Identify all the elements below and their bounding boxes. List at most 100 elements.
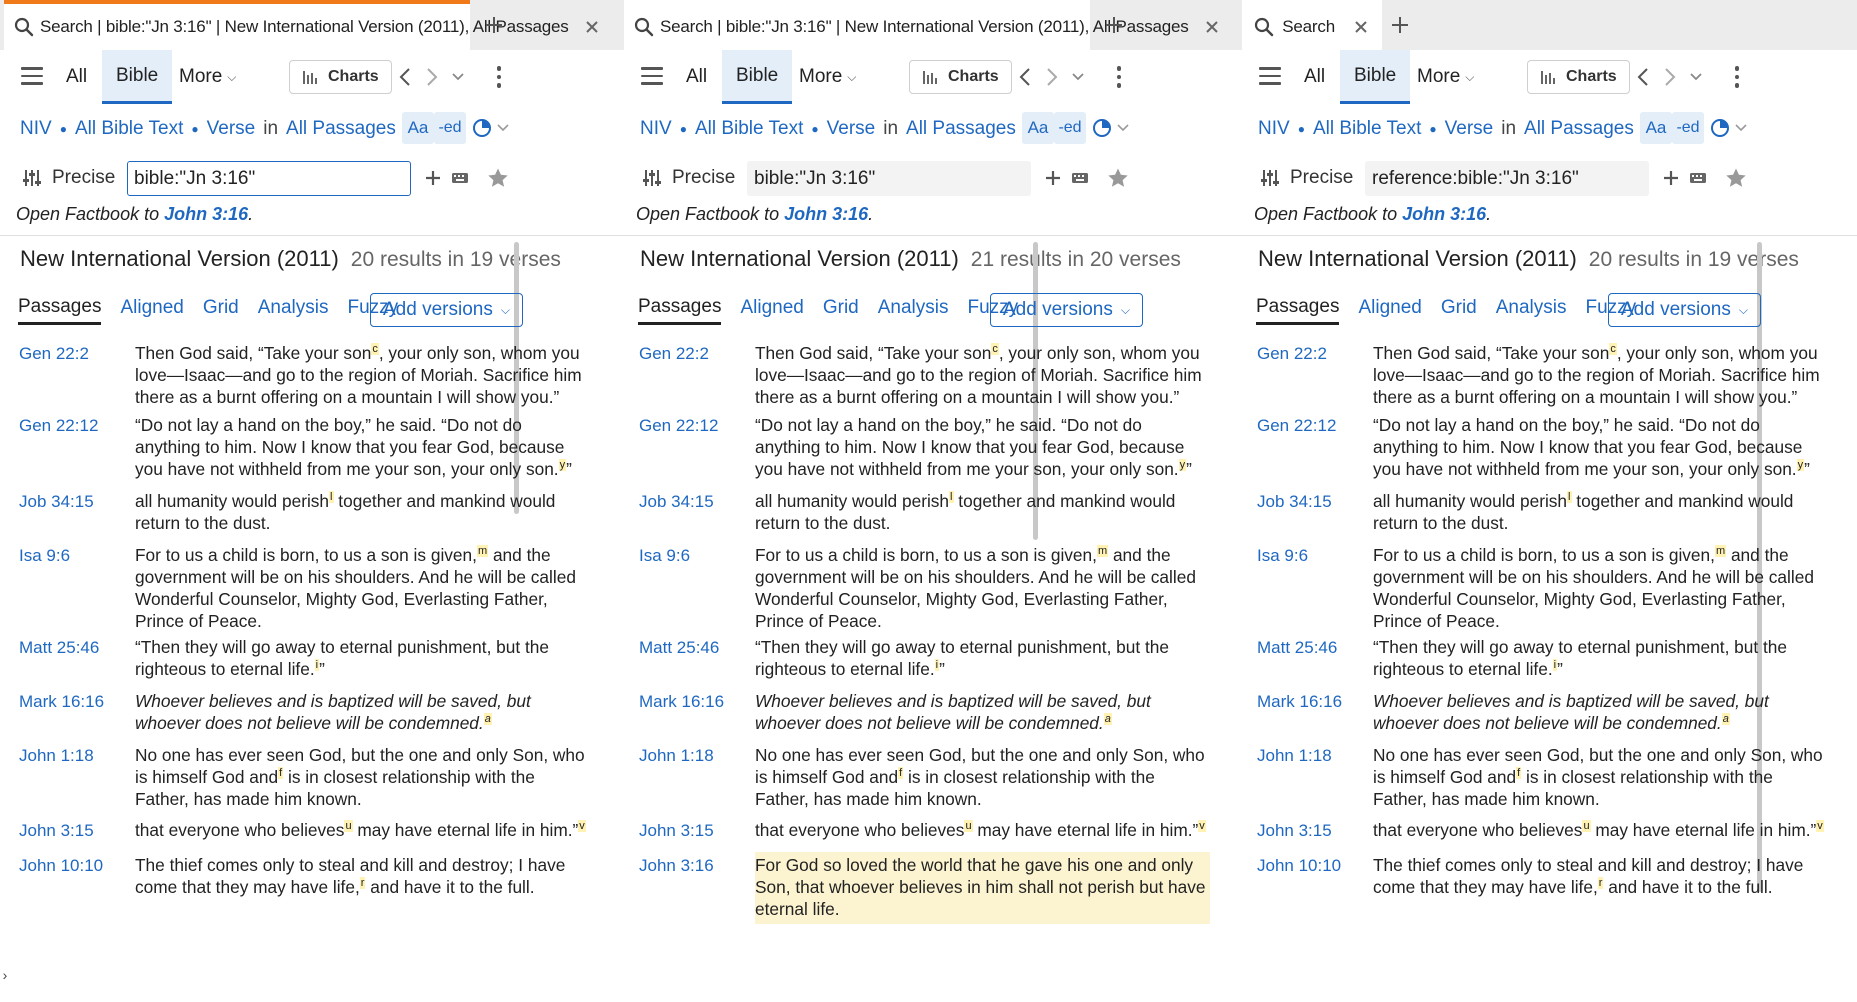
more-options-button[interactable]: [1109, 62, 1129, 92]
footnote-marker[interactable]: m: [1096, 545, 1109, 558]
scope-tab-more[interactable]: More ⌵: [165, 50, 250, 104]
add-versions-button[interactable]: Add versions ⌵: [990, 293, 1143, 327]
unit-link[interactable]: Verse: [827, 118, 876, 140]
search-mode-dropdown[interactable]: Precise ⌵: [642, 160, 756, 196]
close-tab-button[interactable]: [1351, 14, 1372, 40]
text-scope-link[interactable]: All Bible Text: [695, 118, 803, 140]
version-link[interactable]: NIV: [640, 118, 672, 140]
more-options-button[interactable]: [489, 62, 509, 92]
scope-tab-bible[interactable]: Bible: [102, 50, 173, 104]
search-tab[interactable]: Search | bible:"Jn 3:16" | New Internati…: [624, 0, 1218, 50]
verse-reference-link[interactable]: John 3:15: [19, 821, 94, 841]
panel-menu-button[interactable]: [1256, 62, 1284, 90]
view-tab-aligned[interactable]: Aligned: [120, 297, 183, 323]
verse-reference-link[interactable]: Job 34:15: [639, 492, 714, 512]
scope-tab-more[interactable]: More ⌵: [785, 50, 870, 104]
add-search-term-button[interactable]: [421, 166, 445, 190]
verse-reference-link[interactable]: John 1:18: [1257, 746, 1332, 766]
back-button[interactable]: [393, 65, 417, 89]
view-tab-passages[interactable]: Passages: [638, 296, 722, 325]
verse-reference-link[interactable]: Gen 22:2: [1257, 344, 1327, 364]
verse-reference-link[interactable]: Gen 22:12: [19, 416, 98, 436]
charts-button[interactable]: Charts: [909, 60, 1012, 94]
more-options-button[interactable]: [1727, 62, 1747, 92]
version-link[interactable]: NIV: [20, 118, 52, 140]
scope-tab-more[interactable]: More ⌵: [1403, 50, 1488, 104]
view-tab-grid[interactable]: Grid: [823, 297, 859, 323]
font-format-button[interactable]: Aa: [1022, 112, 1054, 144]
verse-reference-link[interactable]: Mark 16:16: [1257, 692, 1342, 712]
keyboard-icon[interactable]: [1068, 166, 1092, 190]
favorite-star-icon[interactable]: [1106, 166, 1130, 190]
view-tab-analysis[interactable]: Analysis: [1496, 297, 1567, 323]
charts-button[interactable]: Charts: [1527, 60, 1630, 94]
footnote-marker[interactable]: m: [1714, 545, 1727, 558]
search-mode-dropdown[interactable]: Precise ⌵: [1260, 160, 1374, 196]
font-format-button[interactable]: Aa: [1640, 112, 1672, 144]
scope-tab-bible[interactable]: Bible: [1340, 50, 1411, 104]
verse-reference-link[interactable]: John 10:10: [1257, 856, 1341, 876]
footnote-marker[interactable]: a: [483, 713, 492, 726]
forward-button[interactable]: [1040, 65, 1064, 89]
edit-format-button[interactable]: -ed: [434, 112, 466, 144]
footnote-marker[interactable]: y: [558, 459, 567, 472]
range-link[interactable]: All Passages: [286, 118, 396, 140]
edit-format-button[interactable]: -ed: [1672, 112, 1704, 144]
new-tab-button[interactable]: [1098, 9, 1130, 41]
footnote-marker[interactable]: c: [371, 343, 379, 356]
add-versions-button[interactable]: Add versions ⌵: [1608, 293, 1761, 327]
scope-tab-all[interactable]: All: [52, 50, 101, 104]
footnote-marker[interactable]: v: [1816, 820, 1824, 833]
search-tab[interactable]: Search | bible:"Jn 3:16" | New Internati…: [4, 0, 598, 50]
version-link[interactable]: NIV: [1258, 118, 1290, 140]
verse-reference-link[interactable]: Matt 25:46: [19, 638, 99, 658]
panel-menu-button[interactable]: [638, 62, 666, 90]
add-search-term-button[interactable]: [1041, 166, 1065, 190]
footnote-marker[interactable]: a: [1721, 713, 1730, 726]
footnote-marker[interactable]: u: [1582, 820, 1591, 833]
close-tab-button[interactable]: [585, 14, 599, 40]
search-input[interactable]: [747, 161, 1031, 196]
verse-reference-link[interactable]: Mark 16:16: [19, 692, 104, 712]
footnote-marker[interactable]: c: [991, 343, 999, 356]
verse-reference-link[interactable]: Gen 22:2: [19, 344, 89, 364]
new-tab-button[interactable]: [478, 9, 510, 41]
add-search-term-button[interactable]: [1659, 166, 1683, 190]
search-input[interactable]: [1365, 161, 1649, 196]
search-tab[interactable]: Search: [1242, 0, 1382, 50]
verse-reference-link[interactable]: Isa 9:6: [1257, 546, 1308, 566]
view-tab-aligned[interactable]: Aligned: [740, 297, 803, 323]
verse-reference-link[interactable]: John 1:18: [19, 746, 94, 766]
view-tab-passages[interactable]: Passages: [18, 296, 102, 325]
scope-tab-all[interactable]: All: [672, 50, 721, 104]
text-scope-link[interactable]: All Bible Text: [75, 118, 183, 140]
verse-reference-link[interactable]: John 3:16: [639, 856, 714, 876]
verse-reference-link[interactable]: John 1:18: [639, 746, 714, 766]
history-dropdown-button[interactable]: [1684, 65, 1708, 89]
footnote-marker[interactable]: m: [476, 545, 489, 558]
search-input[interactable]: [127, 161, 411, 196]
factbook-link[interactable]: John 3:16: [1402, 204, 1486, 224]
scope-tab-bible[interactable]: Bible: [722, 50, 793, 104]
text-scope-link[interactable]: All Bible Text: [1313, 118, 1421, 140]
visual-filter-dropdown[interactable]: [1088, 114, 1132, 142]
verse-reference-link[interactable]: Mark 16:16: [639, 692, 724, 712]
charts-button[interactable]: Charts: [289, 60, 392, 94]
verse-reference-link[interactable]: John 3:15: [1257, 821, 1332, 841]
range-link[interactable]: All Passages: [906, 118, 1016, 140]
favorite-star-icon[interactable]: [1724, 166, 1748, 190]
view-tab-aligned[interactable]: Aligned: [1358, 297, 1421, 323]
keyboard-icon[interactable]: [448, 166, 472, 190]
forward-button[interactable]: [420, 65, 444, 89]
back-button[interactable]: [1631, 65, 1655, 89]
search-mode-dropdown[interactable]: Precise ⌵: [22, 160, 136, 196]
verse-reference-link[interactable]: Gen 22:12: [1257, 416, 1336, 436]
history-dropdown-button[interactable]: [1066, 65, 1090, 89]
footnote-marker[interactable]: v: [1198, 820, 1206, 833]
edit-format-button[interactable]: -ed: [1054, 112, 1086, 144]
factbook-link[interactable]: John 3:16: [164, 204, 248, 224]
expand-sidebar-arrow[interactable]: ›: [0, 965, 10, 985]
footnote-marker[interactable]: c: [1609, 343, 1617, 356]
footnote-marker[interactable]: a: [1103, 713, 1112, 726]
view-tab-passages[interactable]: Passages: [1256, 296, 1340, 325]
